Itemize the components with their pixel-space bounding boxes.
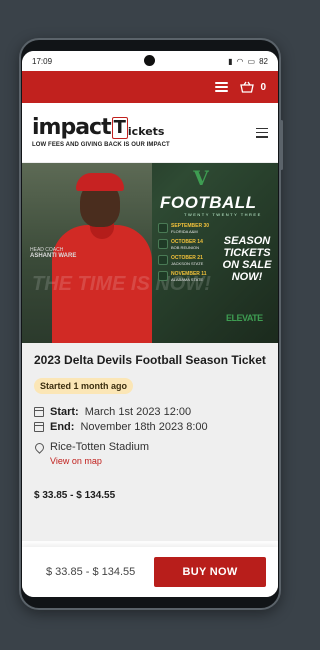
start-value: March 1st 2023 12:00 <box>84 406 192 418</box>
price-range: $ 33.85 - $ 134.55 <box>34 490 116 501</box>
banner-season-tickets-text: SEASON TICKETS ON SALE NOW! <box>222 235 272 283</box>
event-banner-image: HEAD COACH ASHANTI WARE THE TIME IS NOW!… <box>22 163 278 343</box>
wifi-icon: ◠ <box>236 56 244 66</box>
event-start-row: Start: March 1st 2023 12:00 <box>34 406 266 418</box>
logo-impact-text: impact <box>32 115 112 140</box>
team-logo-icon <box>158 223 168 233</box>
top-action-bar: 0 <box>22 71 278 103</box>
game-date-item: OCTOBER 21 JACKSON STATE <box>158 255 214 267</box>
coach-caption: HEAD COACH ASHANTI WARE <box>30 247 77 259</box>
team-logo-icon <box>158 239 168 249</box>
game-date-item: SEPTEMBER 30 FLORIDA A&M <box>158 223 214 235</box>
banner-subtitle: TWENTY TWENTY THREE <box>184 212 262 217</box>
status-time: 17:09 <box>32 56 53 66</box>
buy-now-button[interactable]: BUY NOW <box>154 557 266 587</box>
banner-elevate-logo: ELEVATE <box>226 313 263 323</box>
phone-screen: 17:09 ▮ ◠ ▭ 82 0 impact T ickets LOW FEE… <box>22 51 278 597</box>
battery-icon: ▭ <box>247 56 256 66</box>
logo-tickets-text: ickets <box>127 125 165 138</box>
banner-football-title: FOOTBALL <box>160 193 257 212</box>
cart-button[interactable]: 0 <box>240 81 266 93</box>
start-label: Start: <box>50 406 79 418</box>
purchase-footer: $ 33.85 - $ 134.55 BUY NOW <box>22 547 278 597</box>
game-date-item: OCTOBER 14 BOB REUNION <box>158 239 214 251</box>
logo-tagline: LOW FEES AND GIVING BACK IS OUR IMPACT <box>32 142 170 148</box>
event-details: 2023 Delta Devils Football Season Ticket… <box>22 343 278 541</box>
game-date-item: NOVEMBER 11 ALABAMA STATE <box>158 271 214 283</box>
phone-side-button <box>280 120 283 170</box>
red-cap <box>76 173 124 191</box>
camera-hole <box>144 55 155 66</box>
team-logo-icon <box>158 255 168 265</box>
cart-count: 0 <box>260 81 266 93</box>
site-header: impact T ickets LOW FEES AND GIVING BACK… <box>22 103 278 163</box>
impact-tickets-logo[interactable]: impact T ickets LOW FEES AND GIVING BACK… <box>32 115 170 149</box>
battery-level: 82 <box>259 56 268 66</box>
hamburger-menu-icon[interactable] <box>256 127 268 138</box>
location-pin-icon <box>33 440 46 454</box>
event-end-row: End: November 18th 2023 8:00 <box>34 421 266 433</box>
signal-icon: ▮ <box>228 56 233 66</box>
end-label: End: <box>50 421 75 433</box>
footer-price: $ 33.85 - $ 134.55 <box>46 566 136 578</box>
basket-icon <box>240 81 255 93</box>
calendar-icon <box>34 407 44 417</box>
venue-row: Rice-Totten Stadium <box>33 440 266 454</box>
v-logo-icon: V <box>193 166 209 190</box>
end-value: November 18th 2023 8:00 <box>80 421 208 433</box>
team-logo-icon <box>158 271 168 281</box>
status-badge: Started 1 month ago <box>34 378 134 394</box>
status-icons: ▮ ◠ ▭ 82 <box>228 57 268 66</box>
top-menu-icon[interactable] <box>215 82 229 92</box>
banner-game-dates: SEPTEMBER 30 FLORIDA A&M OCTOBER 14 BOB RE… <box>158 223 214 287</box>
event-title: 2023 Delta Devils Football Season Ticket <box>34 353 266 367</box>
venue-name: Rice-Totten Stadium <box>50 441 150 453</box>
logo-t-text: T <box>111 117 128 139</box>
calendar-check-icon <box>34 422 44 432</box>
banner-schedule-panel: V FOOTBALL TWENTY TWENTY THREE SEPTEMBER… <box>154 163 278 343</box>
view-on-map-link[interactable]: View on map <box>50 456 266 466</box>
status-bar: 17:09 ▮ ◠ ▭ 82 <box>22 51 278 71</box>
